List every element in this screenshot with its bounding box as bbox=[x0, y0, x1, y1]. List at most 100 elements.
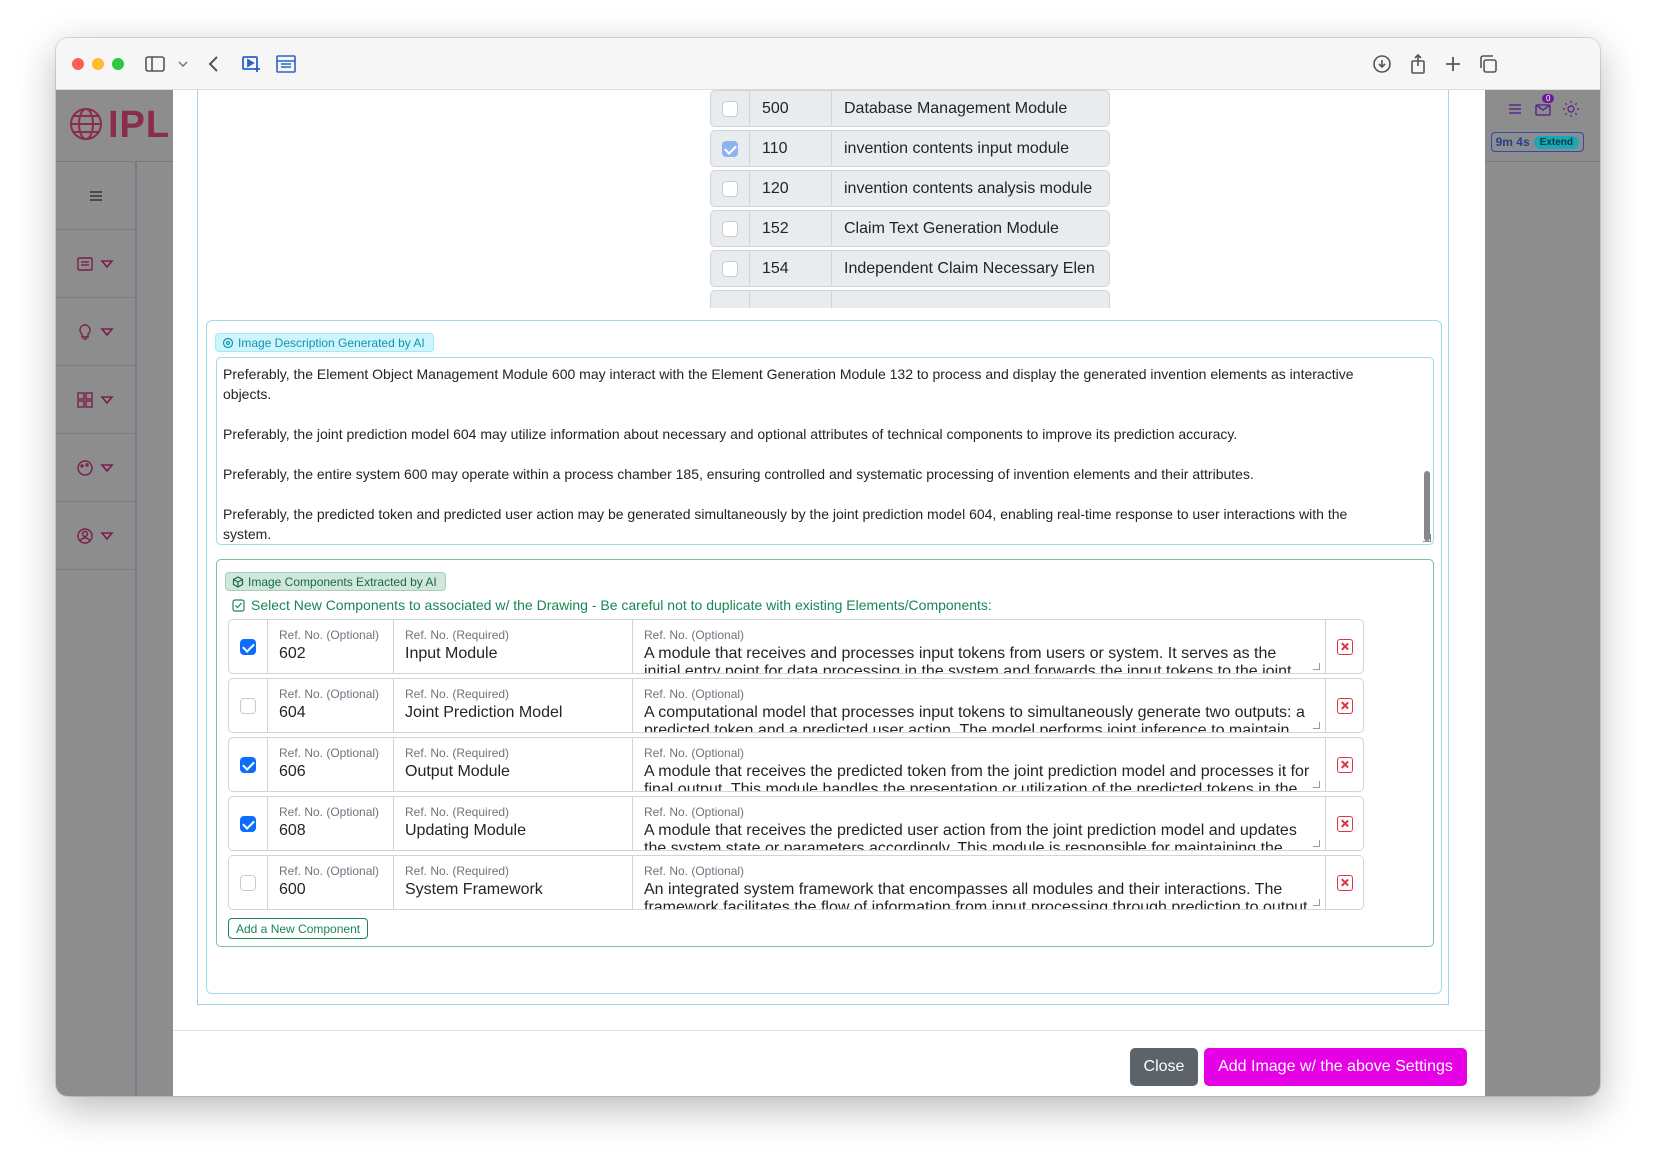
component-name-field[interactable]: Ref. No. (Required) Output Module bbox=[394, 737, 633, 792]
check-square-icon bbox=[232, 598, 245, 612]
component-description-field[interactable]: Ref. No. (Optional) A computational mode… bbox=[633, 678, 1326, 733]
header-tools: 0 bbox=[1506, 94, 1580, 123]
new-tab-icon[interactable] bbox=[1441, 52, 1465, 76]
field-label: Ref. No. (Required) bbox=[405, 628, 510, 642]
delete-component-button[interactable] bbox=[1326, 619, 1364, 674]
zoom-window-button[interactable] bbox=[112, 58, 124, 70]
resize-handle[interactable] bbox=[1313, 663, 1320, 670]
component-ref-field[interactable]: Ref. No. (Optional) 602 bbox=[268, 619, 394, 674]
close-window-button[interactable] bbox=[72, 58, 84, 70]
minimize-window-button[interactable] bbox=[92, 58, 104, 70]
component-checkbox-cell[interactable] bbox=[228, 678, 268, 733]
resize-handle[interactable] bbox=[1313, 840, 1320, 847]
component-ref-field[interactable]: Ref. No. (Optional) 600 bbox=[268, 855, 394, 910]
delete-component-button[interactable] bbox=[1326, 855, 1364, 910]
component-description-field[interactable]: Ref. No. (Optional) A module that receiv… bbox=[633, 619, 1326, 674]
component-name-value: Joint Prediction Model bbox=[405, 704, 563, 721]
sidebar-toggle-icon[interactable] bbox=[143, 52, 167, 76]
palette-icon bbox=[77, 459, 93, 476]
component-name-field[interactable]: Ref. No. (Required) Joint Prediction Mod… bbox=[394, 678, 633, 733]
chevron-down-icon[interactable] bbox=[171, 52, 188, 76]
mail-icon[interactable]: 0 bbox=[1534, 94, 1555, 123]
caret-down-icon bbox=[100, 259, 114, 268]
extend-button[interactable]: Extend bbox=[1533, 135, 1579, 149]
component-row: Ref. No. (Optional) 600 Ref. No. (Requir… bbox=[228, 855, 1364, 910]
image-description-textarea[interactable]: Preferably, the Element Object Managemen… bbox=[216, 357, 1434, 545]
component-description-value: A module that receives and processes inp… bbox=[644, 645, 1292, 674]
share-icon[interactable] bbox=[1406, 52, 1430, 76]
sidebar-item-documents[interactable] bbox=[56, 230, 136, 298]
element-row: 152 Claim Text Generation Module bbox=[710, 210, 1110, 247]
component-ref-field[interactable]: Ref. No. (Optional) 608 bbox=[268, 796, 394, 851]
list-icon[interactable] bbox=[1506, 100, 1524, 123]
component-description-field[interactable]: Ref. No. (Optional) A module that receiv… bbox=[633, 796, 1326, 851]
resize-handle[interactable] bbox=[1313, 722, 1320, 729]
caret-down-icon bbox=[100, 531, 114, 540]
description-scrollbar[interactable] bbox=[1424, 471, 1430, 541]
resize-handle[interactable] bbox=[1423, 534, 1431, 542]
component-checkbox-cell[interactable] bbox=[228, 796, 268, 851]
resize-handle[interactable] bbox=[1313, 899, 1320, 906]
component-checkbox[interactable] bbox=[240, 815, 256, 832]
add-image-button[interactable]: Add Image w/ the above Settings bbox=[1204, 1048, 1467, 1086]
component-name-field[interactable]: Ref. No. (Required) Input Module bbox=[394, 619, 633, 674]
delete-component-button[interactable] bbox=[1326, 796, 1364, 851]
element-checkbox-cell[interactable] bbox=[710, 130, 750, 167]
component-description-field[interactable]: Ref. No. (Optional) A module that receiv… bbox=[633, 737, 1326, 792]
element-checkbox-cell[interactable] bbox=[710, 210, 750, 247]
close-button[interactable]: Close bbox=[1130, 1048, 1198, 1086]
add-component-button[interactable]: Add a New Component bbox=[228, 918, 369, 939]
sidebar-item-analytics[interactable] bbox=[56, 434, 136, 502]
element-checkbox-cell[interactable] bbox=[710, 90, 750, 127]
element-checkbox[interactable] bbox=[722, 140, 738, 157]
image-description-card: Image Description Generated by AI Prefer… bbox=[206, 320, 1442, 994]
description-paragraph: Preferably, the entire system 600 may op… bbox=[223, 466, 1254, 482]
theme-sun-icon[interactable] bbox=[1562, 100, 1580, 123]
component-name-field[interactable]: Ref. No. (Required) Updating Module bbox=[394, 796, 633, 851]
ai-description-badge-label: Image Description Generated by AI bbox=[238, 335, 425, 350]
sidebar-item-ideas[interactable] bbox=[56, 298, 136, 366]
add-image-modal: 500 Database Management Module 110 inven… bbox=[173, 90, 1485, 1096]
component-name-field[interactable]: Ref. No. (Required) System Framework bbox=[394, 855, 633, 910]
element-number: 110 bbox=[750, 130, 832, 167]
element-checkbox[interactable] bbox=[722, 100, 738, 117]
sidebar-item-dashboard[interactable] bbox=[56, 366, 136, 434]
component-checkbox[interactable] bbox=[240, 638, 256, 655]
component-description-value: An integrated system framework that enco… bbox=[644, 881, 1308, 910]
reader-extension-icon[interactable] bbox=[274, 52, 298, 76]
tab-overview-icon[interactable] bbox=[1476, 52, 1500, 76]
element-checkbox-cell[interactable] bbox=[710, 250, 750, 287]
back-arrow-icon[interactable] bbox=[202, 52, 226, 76]
user-circle-icon bbox=[77, 527, 93, 544]
component-ref-value: 604 bbox=[279, 704, 306, 721]
component-checkbox[interactable] bbox=[240, 697, 256, 714]
element-row: 500 Database Management Module bbox=[710, 90, 1110, 127]
component-ref-field[interactable]: Ref. No. (Optional) 606 bbox=[268, 737, 394, 792]
element-checkbox-cell[interactable] bbox=[710, 170, 750, 207]
sidebar-item-account[interactable] bbox=[56, 502, 136, 570]
element-checkbox[interactable] bbox=[722, 260, 738, 277]
modal-body: 500 Database Management Module 110 inven… bbox=[197, 90, 1449, 1005]
component-description-field[interactable]: Ref. No. (Optional) An integrated system… bbox=[633, 855, 1326, 910]
element-checkbox[interactable] bbox=[722, 220, 738, 237]
download-icon[interactable] bbox=[1370, 52, 1394, 76]
component-checkbox[interactable] bbox=[240, 874, 256, 891]
browser-toolbar bbox=[56, 38, 1600, 90]
caret-down-icon bbox=[100, 463, 114, 472]
component-ref-field[interactable]: Ref. No. (Optional) 604 bbox=[268, 678, 394, 733]
component-checkbox-cell[interactable] bbox=[228, 737, 268, 792]
component-checkbox-cell[interactable] bbox=[228, 619, 268, 674]
extension-icon[interactable] bbox=[239, 52, 263, 76]
resize-handle[interactable] bbox=[1313, 781, 1320, 788]
menu-toggle[interactable] bbox=[56, 162, 136, 230]
element-checkbox[interactable] bbox=[722, 180, 738, 197]
component-description-value: A module that receives the predicted use… bbox=[644, 822, 1297, 851]
description-paragraph: Preferably, the joint prediction model 6… bbox=[223, 426, 1238, 442]
browser-window: IPL 0 9m 4s Extend 500 Database Manageme… bbox=[56, 38, 1600, 1096]
app-logo[interactable]: IPL bbox=[68, 104, 170, 147]
document-icon bbox=[77, 256, 93, 271]
component-checkbox-cell[interactable] bbox=[228, 855, 268, 910]
delete-component-button[interactable] bbox=[1326, 678, 1364, 733]
component-checkbox[interactable] bbox=[240, 756, 256, 773]
delete-component-button[interactable] bbox=[1326, 737, 1364, 792]
